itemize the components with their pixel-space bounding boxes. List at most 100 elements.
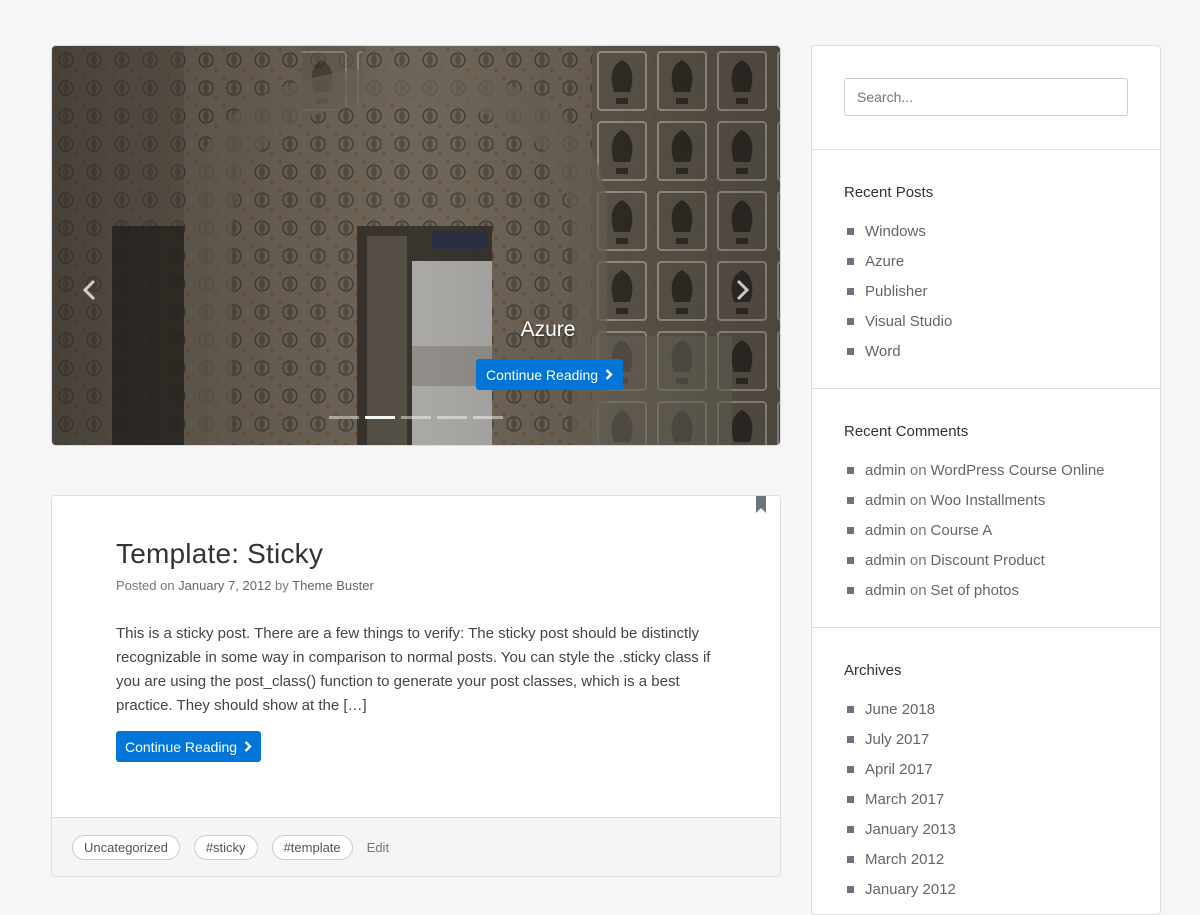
slide-image [52,46,780,445]
archive-link[interactable]: March 2012 [865,851,944,868]
slider-next-button[interactable] [728,274,758,310]
slider-indicator[interactable] [401,416,431,419]
post-button-label: Continue Reading [125,738,238,755]
square-bullet-icon [847,556,854,564]
comment-author: admin [865,551,906,569]
recent-posts-list: Windows Azure Publisher Visual Studio Wo… [847,216,952,366]
slide-continue-reading-button[interactable]: Continue Reading [476,359,624,390]
recent-comments-list: admin on WordPress Course Online admin on Wo… [847,455,1105,605]
post-author-link[interactable]: Theme Buster [292,578,374,593]
post-meta: Posted on January 7, 2012 by Theme Buste… [116,578,374,593]
recent-post-link[interactable]: Windows [865,223,926,240]
chevron-left-icon [82,279,96,305]
comment-on: on [909,551,927,569]
post-title[interactable]: Template: Sticky [116,538,323,570]
comment-on: on [909,491,927,509]
square-bullet-icon [847,586,854,594]
tag-sticky[interactable]: #sticky [193,834,258,860]
archives-widget: Archives June 2018 July 2017 April 2017 … [812,628,1160,914]
list-item: Azure [847,246,952,276]
list-item: March 2012 [847,844,956,874]
post-date-link[interactable]: January 7, 2012 [178,578,271,593]
slider-indicators [329,416,503,419]
slider-indicator[interactable] [437,416,467,419]
slider-indicator[interactable] [329,416,359,419]
list-item: admin on Course A [847,515,1105,545]
list-item: admin on Discount Product [847,545,1105,575]
search-widget [812,46,1160,150]
square-bullet-icon [847,825,854,833]
sidebar: Recent Posts Windows Azure Publisher Vis… [811,45,1161,915]
archive-link[interactable]: March 2017 [865,791,944,808]
tag-template[interactable]: #template [271,834,353,860]
recent-post-link[interactable]: Publisher [865,283,928,300]
recent-posts-widget: Recent Posts Windows Azure Publisher Vis… [812,150,1160,389]
post-excerpt: This is a sticky post. There are a few t… [116,625,711,714]
search-input[interactable] [844,78,1128,116]
comment-on: on [909,581,927,599]
list-item: April 2017 [847,754,956,784]
chevron-right-icon [605,367,613,383]
comment-author: admin [865,581,906,599]
recent-comments-title: Recent Comments [844,423,969,440]
square-bullet-icon [847,466,854,474]
archive-link[interactable]: January 2013 [865,821,956,838]
comment-on: on [909,521,927,539]
comment-post-link[interactable]: Course A [931,522,993,539]
list-item: Visual Studio [847,306,952,336]
square-bullet-icon [847,885,854,893]
square-bullet-icon [847,347,854,355]
slider-prev-button[interactable] [74,274,104,310]
list-item: Word [847,336,952,366]
list-item: Windows [847,216,952,246]
post-continue-reading-button[interactable]: Continue Reading [116,731,262,762]
recent-comments-widget: Recent Comments admin on WordPress Course … [812,389,1160,628]
square-bullet-icon [847,526,854,534]
archive-link[interactable]: April 2017 [865,761,933,778]
list-item: admin on WordPress Course Online [847,455,1105,485]
slider-indicator[interactable] [473,416,503,419]
archive-link[interactable]: January 2012 [865,881,956,898]
slider-indicator-active[interactable] [365,416,395,419]
chevron-right-icon [244,739,252,755]
list-item: July 2017 [847,724,956,754]
square-bullet-icon [847,795,854,803]
comment-post-link[interactable]: Set of photos [931,582,1019,599]
list-item: March 2017 [847,784,956,814]
slide-caption: Azure [376,318,720,348]
square-bullet-icon [847,855,854,863]
recent-post-link[interactable]: Azure [865,253,904,270]
slide-title: Azure [520,318,576,341]
comment-author: admin [865,491,906,509]
featured-slider: Azure Continue Reading [51,45,781,446]
bookmark-icon [756,496,766,517]
archives-list: June 2018 July 2017 April 2017 March 201… [847,694,956,904]
list-item: admin on Woo Installments [847,485,1105,515]
list-item: admin on Set of photos [847,575,1105,605]
list-item: June 2018 [847,694,956,724]
comment-on: on [909,461,927,479]
archive-link[interactable]: June 2018 [865,701,935,718]
square-bullet-icon [847,317,854,325]
square-bullet-icon [847,257,854,265]
list-item: Publisher [847,276,952,306]
archive-link[interactable]: July 2017 [865,731,929,748]
square-bullet-icon [847,735,854,743]
recent-post-link[interactable]: Visual Studio [865,313,952,330]
comment-post-link[interactable]: Woo Installments [931,492,1046,509]
edit-link[interactable]: Edit [367,840,389,855]
square-bullet-icon [847,287,854,295]
sticky-post-card: Template: Sticky Posted on January 7, 20… [51,495,781,877]
square-bullet-icon [847,765,854,773]
comment-post-link[interactable]: Discount Product [931,552,1045,569]
comment-author: admin [865,461,906,479]
archives-title: Archives [844,662,902,679]
comment-post-link[interactable]: WordPress Course Online [931,462,1105,479]
post-footer: Uncategorized #sticky #template Edit [52,817,780,876]
recent-posts-title: Recent Posts [844,184,934,201]
list-item: January 2013 [847,814,956,844]
meta-by: by [275,578,289,593]
category-tag[interactable]: Uncategorized [72,834,180,860]
recent-post-link[interactable]: Word [865,343,901,360]
square-bullet-icon [847,705,854,713]
